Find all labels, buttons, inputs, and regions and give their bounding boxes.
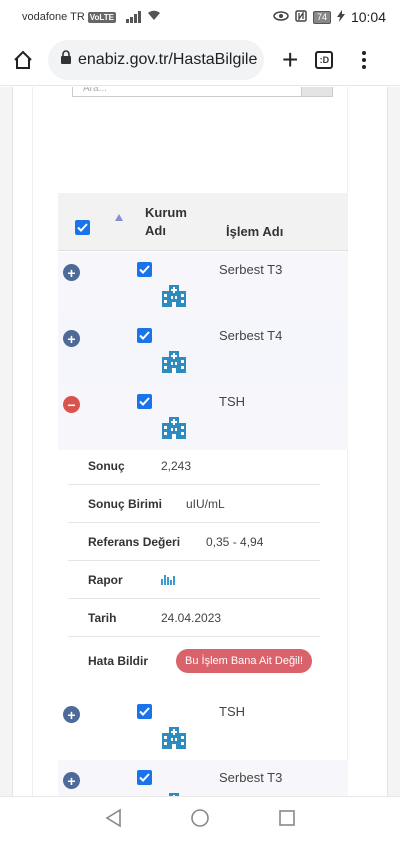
- select-all-checkbox[interactable]: [75, 220, 90, 235]
- search-input[interactable]: Ara...: [72, 87, 302, 97]
- detail-row-rapor: Rapor: [68, 561, 320, 599]
- row-checkbox[interactable]: [137, 262, 152, 277]
- table-header: Kurum Adı İşlem Adı: [58, 193, 348, 251]
- procedure-name: Serbest T3: [219, 262, 283, 277]
- procedure-name: Serbest T3: [219, 770, 283, 785]
- menu-icon[interactable]: [350, 46, 378, 74]
- battery-indicator: 74: [312, 10, 331, 24]
- expand-icon[interactable]: +: [63, 706, 80, 723]
- browser-toolbar: enabiz.gov.tr/HastaBilgile + :D: [0, 34, 400, 86]
- procedure-name: TSH: [219, 394, 245, 409]
- expand-icon[interactable]: +: [63, 264, 80, 281]
- detail-row-referans: Referans Değeri 0,35 - 4,94: [68, 523, 320, 561]
- volte-badge: VoLTE: [87, 11, 116, 23]
- procedure-name: TSH: [219, 704, 245, 719]
- table-row: + Serbest T3: [58, 760, 348, 796]
- home-circle-icon[interactable]: [190, 808, 210, 833]
- detail-value: 0,35 - 4,94: [206, 535, 264, 549]
- expand-icon[interactable]: +: [63, 330, 80, 347]
- detail-row-tarih: Tarih 24.04.2023: [68, 599, 320, 637]
- home-icon[interactable]: [10, 47, 36, 73]
- tab-count: :D: [315, 50, 334, 69]
- hospital-icon: [161, 284, 187, 313]
- row-checkbox[interactable]: [137, 394, 152, 409]
- detail-label: Tarih: [88, 611, 117, 625]
- detail-label: Referans Değeri: [88, 535, 181, 549]
- back-icon[interactable]: [104, 808, 122, 833]
- expand-icon[interactable]: +: [63, 772, 80, 789]
- tab-switcher-button[interactable]: :D: [310, 46, 338, 74]
- table-row: + Serbest T4: [58, 318, 348, 384]
- detail-row-sonuc: Sonuç 2,243: [68, 447, 320, 485]
- system-nav-bar: [0, 796, 400, 844]
- report-chart-icon[interactable]: [161, 573, 175, 588]
- detail-label: Sonuç Birimi: [88, 497, 163, 511]
- table-row: + TSH: [58, 694, 348, 760]
- eye-icon: [273, 10, 289, 24]
- detail-label: Hata Bildir: [88, 654, 149, 668]
- detail-value: 24.04.2023: [161, 611, 222, 625]
- sort-ascending-icon[interactable]: [115, 214, 123, 221]
- report-error-button[interactable]: Bu İşlem Bana Ait Değil!: [176, 649, 313, 673]
- detail-label: Rapor: [88, 573, 123, 587]
- row-checkbox[interactable]: [137, 328, 152, 343]
- column-header-kurum[interactable]: Kurum Adı: [145, 204, 195, 240]
- hospital-icon: [161, 350, 187, 379]
- status-bar: vodafone TR VoLTE 74 10:04: [0, 0, 400, 34]
- signal-icon: [125, 11, 141, 23]
- charging-icon: [336, 9, 345, 25]
- nfc-icon: [295, 9, 307, 25]
- search-button[interactable]: [301, 87, 333, 97]
- procedure-name: Serbest T4: [219, 328, 283, 343]
- hospital-icon: [161, 416, 187, 445]
- collapse-icon[interactable]: −: [63, 396, 80, 413]
- recents-icon[interactable]: [278, 809, 296, 832]
- detail-value: uIU/mL: [186, 497, 225, 511]
- web-page: Ara... Kurum Adı İşlem Adı + Serbest T3 …: [0, 87, 400, 796]
- carrier-name: vodafone TR: [22, 11, 85, 23]
- hospital-icon: [161, 726, 187, 755]
- new-tab-icon[interactable]: +: [282, 45, 298, 74]
- address-bar[interactable]: enabiz.gov.tr/HastaBilgile: [48, 39, 264, 80]
- detail-value: 2,243: [161, 459, 192, 473]
- row-checkbox[interactable]: [137, 770, 152, 785]
- lock-icon: [60, 50, 72, 69]
- clock: 10:04: [350, 9, 386, 25]
- detail-row-birim: Sonuç Birimi uIU/mL: [68, 485, 320, 523]
- row-checkbox[interactable]: [137, 704, 152, 719]
- url-text: enabiz.gov.tr/HastaBilgile: [78, 50, 258, 68]
- table-row: − TSH: [58, 384, 348, 450]
- column-header-islem[interactable]: İşlem Adı: [226, 224, 283, 239]
- detail-label: Sonuç: [88, 459, 125, 473]
- wifi-icon: [147, 10, 161, 24]
- table-row: + Serbest T3: [58, 252, 348, 318]
